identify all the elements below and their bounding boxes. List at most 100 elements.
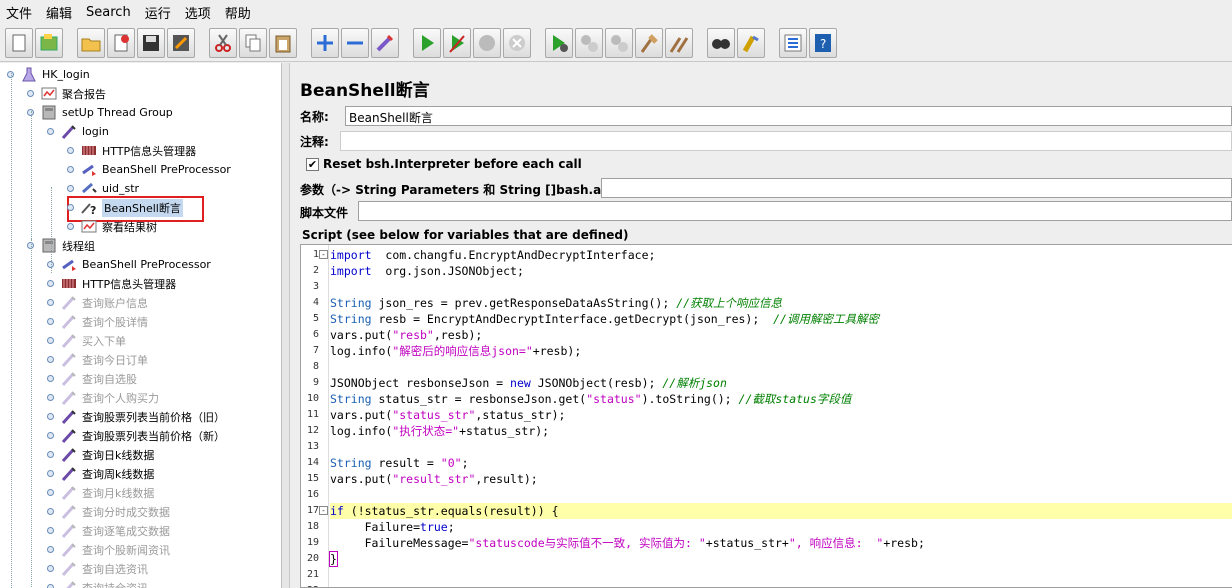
tree-expander[interactable] [47,356,54,363]
code-line[interactable]: String json_res = prev.getResponseDataAs… [330,295,1232,311]
start-no-pause-button[interactable] [443,27,471,58]
test-plan-tree[interactable]: HK_login 聚合报告 setUp Thread Group login HTTP信… [0,63,282,588]
pane-splitter[interactable] [282,63,290,588]
tree-expander[interactable] [47,565,54,572]
tree-node[interactable]: HTTP信息头管理器 [60,274,176,293]
code-line[interactable]: import com.changfu.EncryptAndDecryptInte… [330,247,1232,263]
code-line[interactable]: String result = "0"; [330,455,1232,471]
clear-button[interactable] [635,27,663,58]
code-line[interactable]: vars.put("status_str",status_str); [330,407,1232,423]
tree-node[interactable]: uid_str [80,179,139,198]
tree-expander[interactable] [47,527,54,534]
tree-expander[interactable] [47,451,54,458]
remote-stop-button[interactable] [575,27,603,58]
tree-node[interactable]: 查询个人购买力 [60,388,159,407]
name-field[interactable]: BeanShell断言 [345,106,1232,126]
tree-node[interactable]: 线程组 [40,236,95,255]
tree-expander[interactable] [67,223,74,230]
tree-expander[interactable] [47,280,54,287]
templates-button[interactable] [35,27,63,58]
tree-expander[interactable] [47,470,54,477]
toggle-button[interactable] [371,27,399,58]
code-line[interactable]: if (!status_str.equals(result)) { [330,503,1232,519]
tree-node[interactable]: setUp Thread Group [40,103,173,122]
remote-start-button[interactable] [545,27,573,58]
menu-item-3[interactable]: 运行 [145,3,171,22]
tree-node[interactable]: 查询逐笔成交数据 [60,521,170,540]
clear-all-button[interactable] [665,27,693,58]
tree-node[interactable]: 买入下单 [60,331,126,350]
copy-button[interactable] [239,27,267,58]
code-line[interactable]: log.info("执行状态="+status_str); [330,423,1232,439]
menu-item-4[interactable]: 选项 [185,3,211,22]
tree-node[interactable]: 查询账户信息 [60,293,148,312]
save-button[interactable] [137,27,165,58]
tree-node[interactable]: 查询股票列表当前价格（新） [60,426,225,445]
stop-button[interactable] [473,27,501,58]
fold-toggle[interactable]: - [319,250,328,259]
code-line[interactable] [330,439,1232,455]
tree-expander[interactable] [47,413,54,420]
tree-node[interactable]: 查询月k线数据 [60,483,154,502]
tree-node[interactable]: 查询周k线数据 [60,464,154,483]
collapse-button[interactable] [341,27,369,58]
tree-expander[interactable] [47,337,54,344]
tree-node[interactable]: BeanShell PreProcessor [60,255,211,274]
tree-expander[interactable] [47,394,54,401]
cut-button[interactable] [209,27,237,58]
code-line[interactable]: FailureMessage="statuscode与实际值不一致, 实际值为:… [330,535,1232,551]
menu-item-5[interactable]: 帮助 [225,3,251,22]
script-editor[interactable]: 1- import com.changfu.EncryptAndDecryptIn… [300,244,1232,588]
tree-node[interactable]: 查询日k线数据 [60,445,154,464]
tree-expander[interactable] [67,166,74,173]
code-line[interactable] [330,583,1232,587]
tree-node[interactable]: login [60,122,109,141]
code-line[interactable]: JSONObject resbonseJson = new JSONObject… [330,375,1232,391]
tree-node[interactable]: HK_login [20,65,90,84]
code-line[interactable] [330,487,1232,503]
code-line[interactable] [330,359,1232,375]
shutdown-button[interactable] [503,27,531,58]
code-line[interactable]: Failure=true; [330,519,1232,535]
tree-node[interactable]: 查询个股新闻资讯 [60,540,170,559]
tree-node[interactable]: 查询自选资讯 [60,559,148,578]
code-line[interactable]: vars.put("resb",resb); [330,327,1232,343]
tree-node[interactable]: 聚合报告 [40,84,106,103]
comment-field[interactable] [340,131,1232,151]
fold-toggle[interactable]: - [319,506,328,515]
tree-expander[interactable] [47,128,54,135]
tree-expander[interactable] [27,90,34,97]
tree-node[interactable]: 查询分时成交数据 [60,502,170,521]
tree-expander[interactable] [47,489,54,496]
code-line[interactable] [330,567,1232,583]
tree-expander[interactable] [67,204,74,211]
code-line[interactable]: } [329,551,1232,567]
start-button[interactable] [413,27,441,58]
search-button[interactable] [707,27,735,58]
params-field[interactable] [601,178,1232,198]
tree-node[interactable]: 查询股票列表当前价格（旧） [60,407,225,426]
tree-expander[interactable] [47,318,54,325]
paste-button[interactable] [269,27,297,58]
tree-expander[interactable] [47,546,54,553]
open-button[interactable] [77,27,105,58]
tree-expander[interactable] [67,185,74,192]
code-line[interactable]: vars.put("result_str",result); [330,471,1232,487]
tree-node[interactable]: 查询个股详情 [60,312,148,331]
menu-item-2[interactable]: Search [86,5,131,20]
menu-item-1[interactable]: 编辑 [46,3,72,22]
code-line[interactable]: String status_str = resbonseJson.get("st… [330,391,1232,407]
tree-expander[interactable] [67,147,74,154]
tree-expander[interactable] [47,299,54,306]
function-helper-button[interactable] [779,27,807,58]
script-file-field[interactable] [358,201,1232,221]
remote-shutdown-button[interactable] [605,27,633,58]
code-line[interactable] [330,279,1232,295]
tree-expander[interactable] [47,584,54,588]
tree-node[interactable]: 查询今日订单 [60,350,148,369]
help-button[interactable]: ? [809,27,837,58]
tree-expander[interactable] [47,432,54,439]
close-button[interactable] [107,27,135,58]
menu-item-0[interactable]: 文件 [6,3,32,22]
tree-expander[interactable] [47,508,54,515]
